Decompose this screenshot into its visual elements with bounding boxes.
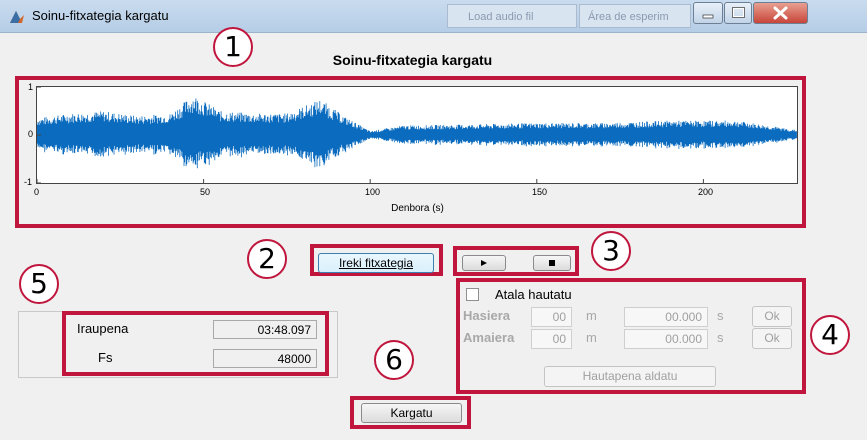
xtick-label: 200 [698,187,714,197]
xtick-label: 50 [200,187,211,197]
fs-value: 48000 [213,349,317,368]
stop-button[interactable] [533,255,571,271]
badge-4: 4 [810,315,850,355]
xtick-label: 150 [532,187,548,197]
badge-3: 3 [591,231,631,271]
load-button[interactable]: Kargatu [361,403,462,423]
play-button[interactable] [462,255,506,271]
title-bar: Soinu-fitxategia kargatu Load audio fil … [0,0,867,33]
maximize-button[interactable] [724,2,752,24]
minimize-button[interactable] [693,2,723,24]
maximize-icon [732,7,745,18]
start-minutes-field[interactable]: 00 [531,307,572,327]
waveform-line [36,98,797,169]
play-icon [481,260,487,266]
plot-title: Soinu-fitxategia kargatu [332,52,493,68]
xtick-label: 100 [365,187,381,197]
badge-2: 2 [247,239,287,279]
end-seconds-unit: s [717,330,724,345]
end-seconds-field[interactable]: 00.000 [624,329,708,349]
start-label: Hasiera [463,308,510,323]
background-area-button: Área de esperim [579,4,691,28]
waveform-plot [36,86,797,184]
xtick-label: 0 [34,187,40,197]
ytick-label: 0 [28,129,34,139]
select-section-checkbox[interactable] [466,288,479,301]
matlab-icon [10,11,24,23]
x-axis-label: Denbora (s) [391,203,444,214]
end-minutes-field[interactable]: 00 [531,329,572,349]
fs-label: Fs [98,350,113,365]
end-ok-button[interactable]: Ok [752,328,792,349]
select-section-label: Atala hautatu [495,287,572,302]
stop-icon [549,260,555,266]
waveform-series [36,98,797,169]
duration-label: Iraupena [77,321,129,336]
end-minutes-unit: m [586,330,597,345]
badge-1: 1 [213,27,253,67]
dialog-window: Soinu-fitxategia kargatu Load audio fil … [0,0,867,440]
close-icon [773,6,788,20]
start-minutes-unit: m [586,308,597,323]
update-selection-button[interactable]: Hautapena aldatu [544,366,716,387]
start-ok-button[interactable]: Ok [752,306,792,327]
end-label: Amaiera [463,330,515,345]
background-load-button: Load audio fil [447,4,577,28]
open-file-button[interactable]: Ireki fitxategia [318,253,434,273]
badge-6: 6 [374,340,414,380]
ytick-label: 1 [28,82,34,92]
start-seconds-field[interactable]: 00.000 [624,307,708,327]
duration-value: 03:48.097 [213,320,317,339]
minimize-icon [702,14,714,19]
window-title: Soinu-fitxategia kargatu [32,8,169,23]
ytick-label: -1 [24,177,33,187]
waveform-axes [36,86,798,184]
start-seconds-unit: s [717,308,724,323]
close-button[interactable] [753,2,808,24]
badge-5: 5 [19,264,59,304]
